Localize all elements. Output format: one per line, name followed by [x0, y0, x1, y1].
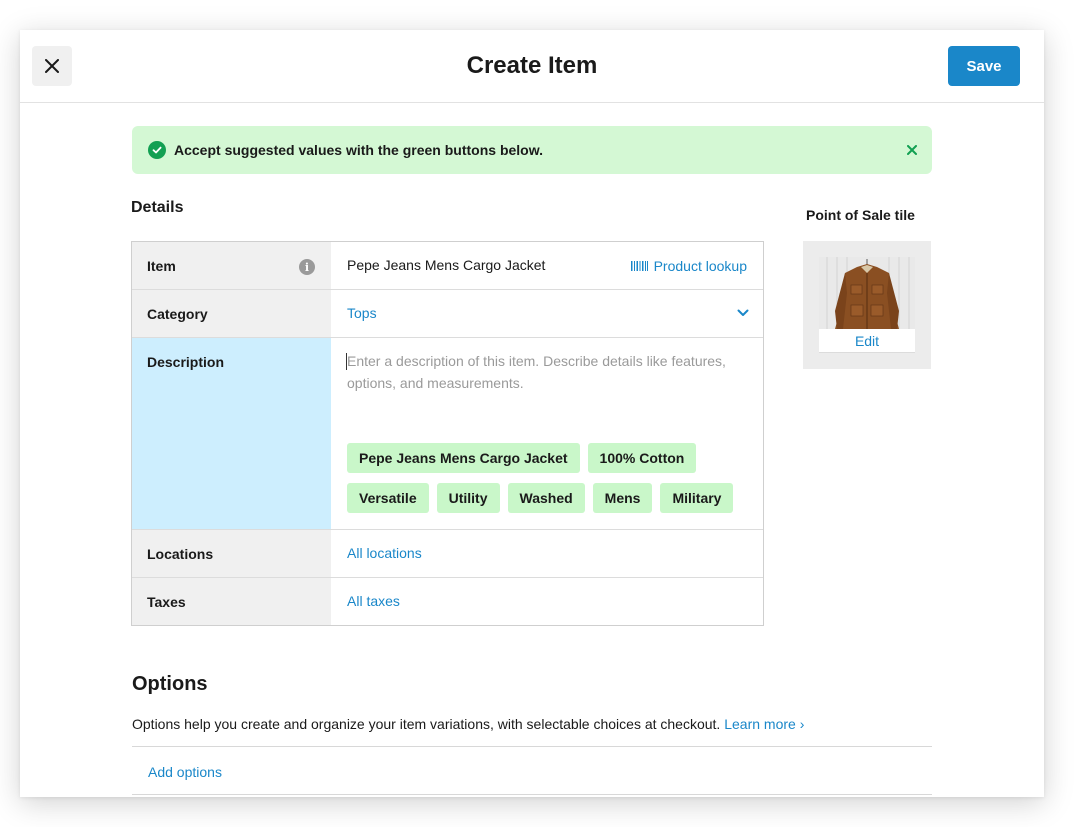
suggestion-banner: Accept suggested values with the green b… [132, 126, 932, 174]
save-button[interactable]: Save [948, 46, 1020, 86]
close-icon [907, 145, 917, 155]
description-label: Description [132, 338, 331, 529]
suggestion-chips: Pepe Jeans Mens Cargo Jacket 100% Cotton… [347, 443, 757, 513]
item-row: Item i Pepe Jeans Mens Cargo Jacket Prod… [132, 242, 763, 290]
taxes-label: Taxes [132, 578, 331, 625]
category-value: Tops [347, 305, 377, 321]
product-lookup-link[interactable]: Product lookup [630, 258, 747, 274]
item-name-value: Pepe Jeans Mens Cargo Jacket [347, 257, 546, 273]
options-description: Options help you create and organize you… [132, 716, 804, 732]
description-placeholder: Enter a description of this item. Descri… [347, 353, 726, 391]
add-options-link[interactable]: Add options [148, 764, 222, 780]
learn-more-link[interactable]: Learn more › [724, 716, 804, 732]
modal-header: Create Item Save [20, 30, 1044, 103]
banner-message: Accept suggested values with the green b… [174, 142, 543, 158]
suggestion-chip[interactable]: Versatile [347, 483, 429, 513]
product-lookup-label: Product lookup [653, 258, 747, 274]
taxes-row: Taxes All taxes [132, 578, 763, 625]
banner-close-button[interactable] [904, 140, 920, 160]
barcode-icon [630, 261, 648, 271]
check-circle-icon [148, 141, 166, 159]
description-field[interactable]: Enter a description of this item. Descri… [331, 338, 763, 529]
taxes-field: All taxes [331, 578, 763, 625]
category-select[interactable]: Tops [331, 290, 763, 337]
chevron-down-icon [737, 309, 749, 316]
options-description-text: Options help you create and organize you… [132, 716, 721, 732]
suggestion-chip[interactable]: Washed [507, 483, 585, 513]
suggestion-chip[interactable]: Pepe Jeans Mens Cargo Jacket [347, 443, 580, 473]
taxes-link[interactable]: All taxes [347, 593, 400, 609]
pos-tile-heading: Point of Sale tile [806, 207, 915, 223]
details-table: Item i Pepe Jeans Mens Cargo Jacket Prod… [131, 241, 764, 626]
category-row: Category Tops [132, 290, 763, 338]
pos-tile-edit-link[interactable]: Edit [819, 329, 915, 353]
suggestion-chip[interactable]: Utility [436, 483, 500, 513]
locations-row: Locations All locations [132, 530, 763, 578]
divider [132, 746, 932, 747]
description-row: Description Enter a description of this … [132, 338, 763, 530]
item-label-text: Item [147, 258, 176, 274]
info-icon[interactable]: i [299, 259, 315, 275]
divider [132, 794, 932, 795]
locations-label: Locations [132, 530, 331, 577]
options-heading: Options [132, 673, 208, 695]
item-label: Item i [132, 242, 331, 289]
item-image[interactable] [819, 257, 915, 329]
category-label: Category [132, 290, 331, 337]
suggestion-chip[interactable]: Mens [592, 483, 653, 513]
create-item-modal: Create Item Save Accept suggested values… [20, 30, 1044, 797]
page-title: Create Item [466, 52, 598, 79]
item-name-field[interactable]: Pepe Jeans Mens Cargo Jacket Product loo… [331, 242, 763, 289]
locations-link[interactable]: All locations [347, 545, 422, 561]
pos-tile: Edit [803, 241, 931, 369]
locations-field: All locations [331, 530, 763, 577]
suggestion-chip[interactable]: 100% Cotton [587, 443, 697, 473]
details-heading: Details [131, 199, 184, 216]
jacket-image [819, 257, 915, 329]
suggestion-chip[interactable]: Military [660, 483, 734, 513]
add-options-row: Add options [148, 764, 222, 780]
